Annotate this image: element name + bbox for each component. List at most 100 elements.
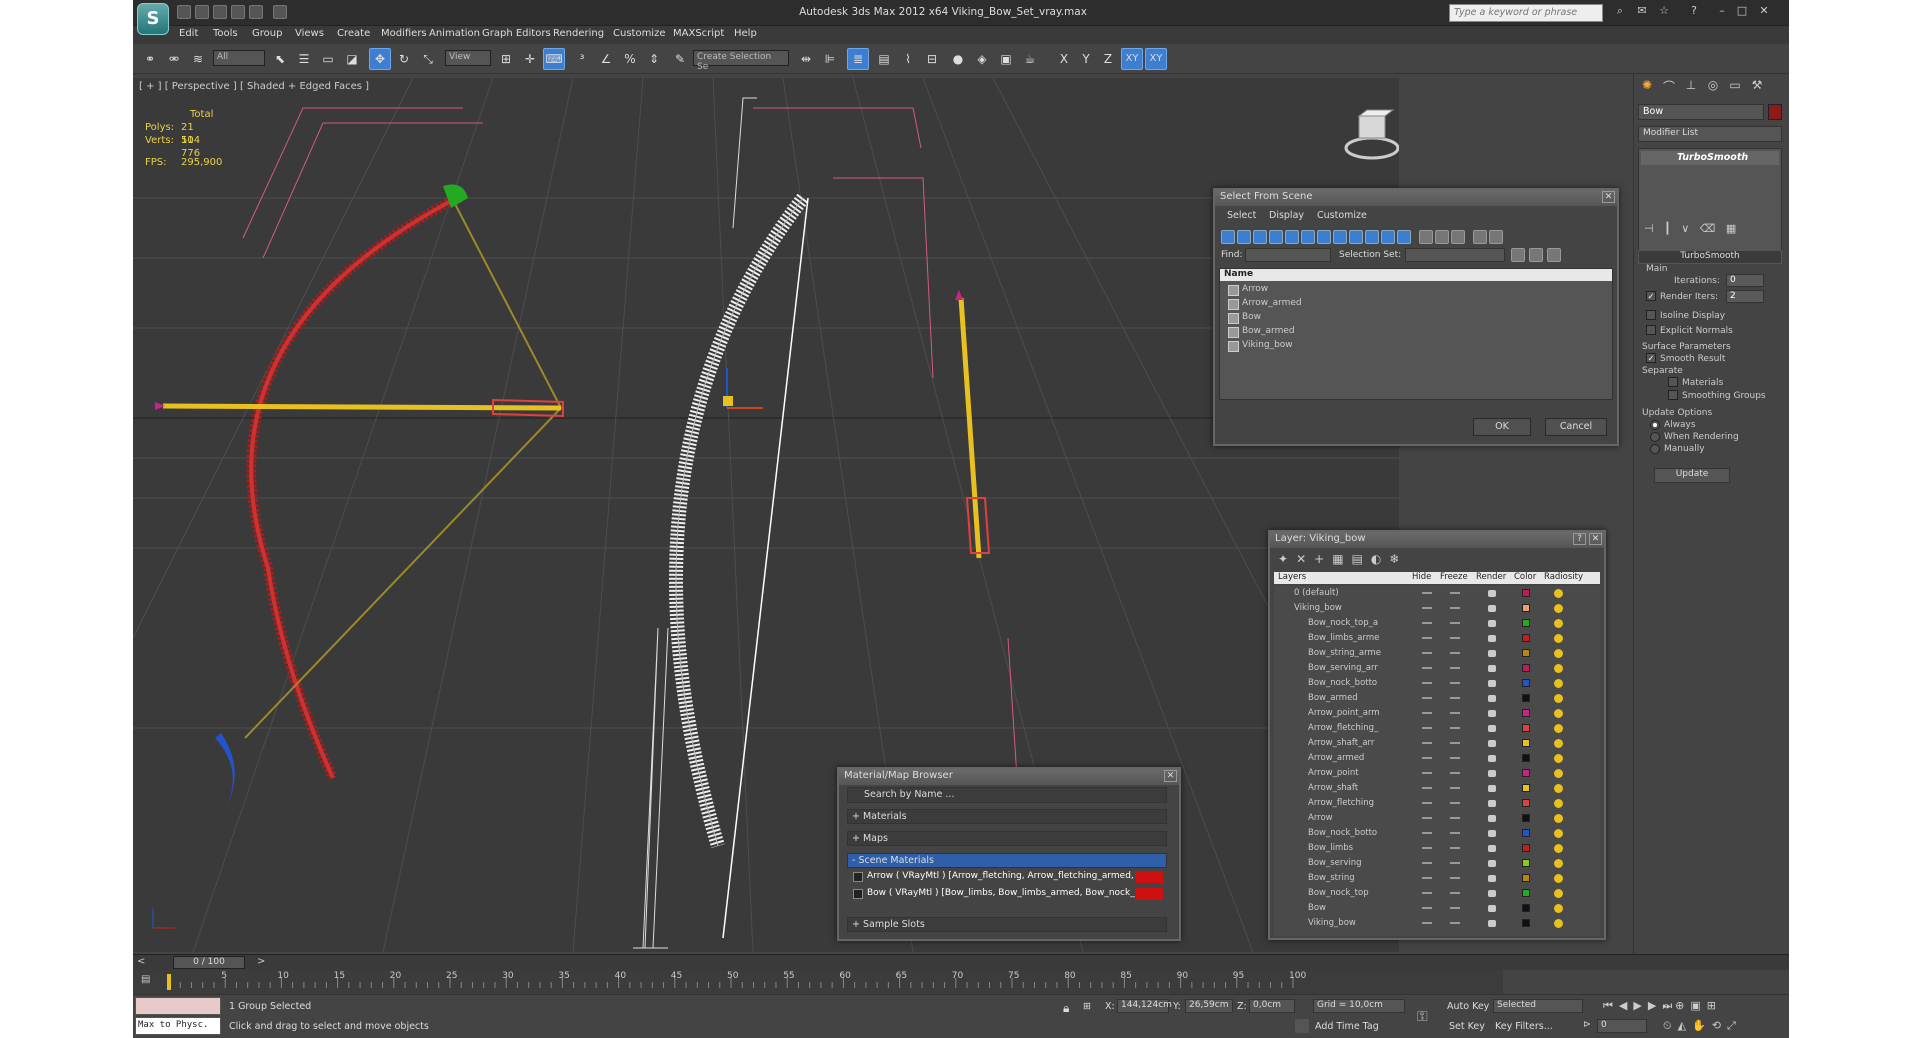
window-crossing-icon[interactable]: ◪ bbox=[341, 48, 363, 70]
freeze-all-icon[interactable]: ❄ bbox=[1389, 552, 1407, 566]
open-file-icon[interactable] bbox=[195, 5, 209, 19]
add-time-tag-button[interactable]: Add Time Tag bbox=[1315, 1021, 1379, 1032]
layer-row[interactable]: Viking_bow bbox=[1278, 918, 1563, 930]
configure-sets-icon[interactable]: ▦ bbox=[1726, 222, 1736, 235]
go-to-start-icon[interactable]: ⏮ bbox=[1603, 999, 1619, 1012]
zoom-all-icon[interactable]: ⊕ bbox=[1675, 999, 1690, 1012]
maximize-button[interactable]: □ bbox=[1733, 4, 1751, 20]
render-toggle-icon[interactable] bbox=[1488, 875, 1496, 882]
rendered-frame-window-icon[interactable]: ▣ bbox=[995, 48, 1017, 70]
render-toggle-icon[interactable] bbox=[1488, 845, 1496, 852]
hide-toggle[interactable] bbox=[1422, 667, 1432, 669]
utilities-tab-icon[interactable]: ⚒ bbox=[1748, 78, 1766, 96]
render-toggle-icon[interactable] bbox=[1488, 830, 1496, 837]
render-toggle-icon[interactable] bbox=[1488, 710, 1496, 717]
radiosity-icon[interactable] bbox=[1554, 739, 1563, 748]
layer-row[interactable]: Bow_nock_top_a bbox=[1278, 618, 1563, 630]
zoom-extents-icon[interactable]: ▣ bbox=[1690, 999, 1706, 1012]
freeze-toggle[interactable] bbox=[1450, 592, 1460, 594]
render-toggle-icon[interactable] bbox=[1488, 785, 1496, 792]
display-invert-icon[interactable] bbox=[1451, 230, 1465, 244]
project-folder-icon[interactable] bbox=[273, 5, 287, 19]
freeze-toggle[interactable] bbox=[1450, 697, 1460, 699]
freeze-toggle[interactable] bbox=[1450, 622, 1460, 624]
find-input[interactable] bbox=[1245, 248, 1331, 262]
axis-x-button[interactable]: X bbox=[1053, 48, 1075, 70]
time-tag-icon[interactable] bbox=[1295, 1019, 1309, 1033]
freeze-toggle[interactable] bbox=[1450, 832, 1460, 834]
hide-toggle[interactable] bbox=[1422, 817, 1432, 819]
menu-group[interactable]: Group bbox=[252, 28, 282, 39]
object-color-swatch[interactable] bbox=[1768, 104, 1782, 120]
list-item[interactable]: Bow_armed bbox=[1222, 325, 1540, 339]
orbit-icon[interactable]: ⟲ bbox=[1712, 1019, 1727, 1032]
display-spacewarps-icon[interactable] bbox=[1301, 230, 1315, 244]
layer-color-swatch[interactable] bbox=[1522, 844, 1530, 852]
unlink-icon[interactable]: ⚮ bbox=[163, 48, 185, 70]
bind-space-warp-icon[interactable]: ≋ bbox=[187, 48, 209, 70]
axis-y-button[interactable]: Y bbox=[1075, 48, 1097, 70]
radiosity-icon[interactable] bbox=[1554, 784, 1563, 793]
freeze-toggle[interactable] bbox=[1450, 802, 1460, 804]
new-file-icon[interactable] bbox=[177, 5, 191, 19]
pan-view-icon[interactable]: ✋ bbox=[1692, 1019, 1712, 1032]
rectangular-selection-icon[interactable]: ▭ bbox=[317, 48, 339, 70]
hide-toggle[interactable] bbox=[1422, 802, 1432, 804]
layer-color-swatch[interactable] bbox=[1522, 874, 1530, 882]
render-toggle-icon[interactable] bbox=[1488, 740, 1496, 747]
display-cameras-icon[interactable] bbox=[1269, 230, 1283, 244]
undo-icon[interactable] bbox=[231, 5, 245, 19]
display-none-icon[interactable] bbox=[1435, 230, 1449, 244]
radiosity-icon[interactable] bbox=[1554, 694, 1563, 703]
object-name-field[interactable]: Bow bbox=[1638, 104, 1764, 120]
hide-toggle[interactable] bbox=[1422, 592, 1432, 594]
freeze-toggle[interactable] bbox=[1450, 817, 1460, 819]
layer-row[interactable]: Bow_nock_botto bbox=[1278, 828, 1563, 840]
display-groups-icon[interactable] bbox=[1317, 230, 1331, 244]
layer-color-swatch[interactable] bbox=[1522, 619, 1530, 627]
freeze-toggle[interactable] bbox=[1450, 757, 1460, 759]
freeze-toggle[interactable] bbox=[1450, 772, 1460, 774]
remove-from-set-icon[interactable] bbox=[1529, 248, 1543, 262]
layer-color-swatch[interactable] bbox=[1522, 784, 1530, 792]
align-icon[interactable]: ⊫ bbox=[819, 48, 841, 70]
modify-tab-icon[interactable]: ⌒ bbox=[1660, 78, 1678, 96]
list-item[interactable]: Viking_bow bbox=[1222, 339, 1540, 353]
render-setup-icon[interactable]: ◈ bbox=[971, 48, 993, 70]
layer-row[interactable]: Arrow_fletching_ bbox=[1278, 723, 1563, 735]
filter-icon[interactable] bbox=[1473, 230, 1487, 244]
menu-maxscript[interactable]: MAXScript bbox=[673, 28, 724, 39]
absolute-mode-icon[interactable]: ⊞ bbox=[1083, 1001, 1091, 1012]
hierarchy-tab-icon[interactable]: ⊥ bbox=[1682, 78, 1700, 96]
layer-color-swatch[interactable] bbox=[1522, 634, 1530, 642]
percent-snap-icon[interactable]: % bbox=[619, 48, 641, 70]
previous-frame-icon[interactable]: ◀ bbox=[1619, 999, 1633, 1012]
key-mode-toggle-icon[interactable]: ⊳ bbox=[1583, 1019, 1591, 1030]
hide-toggle[interactable] bbox=[1422, 892, 1432, 894]
render-toggle-icon[interactable] bbox=[1488, 695, 1496, 702]
pivot-center-icon[interactable]: ⊞ bbox=[495, 48, 517, 70]
render-toggle-icon[interactable] bbox=[1488, 755, 1496, 762]
motion-tab-icon[interactable]: ◎ bbox=[1704, 78, 1722, 96]
freeze-toggle[interactable] bbox=[1450, 877, 1460, 879]
freeze-toggle[interactable] bbox=[1450, 787, 1460, 789]
hide-toggle[interactable] bbox=[1422, 832, 1432, 834]
col-layers[interactable]: Layers bbox=[1278, 572, 1306, 582]
layer-row[interactable]: Viking_bow bbox=[1278, 603, 1563, 615]
materials-checkbox[interactable] bbox=[1668, 377, 1678, 387]
graphite-modeling-icon[interactable]: ▤ bbox=[873, 48, 895, 70]
section-maps[interactable]: + Maps bbox=[847, 831, 1167, 846]
sfs-menu-customize[interactable]: Customize bbox=[1317, 210, 1367, 221]
freeze-toggle[interactable] bbox=[1450, 607, 1460, 609]
radiosity-icon[interactable] bbox=[1554, 814, 1563, 823]
menu-modifiers[interactable]: Modifiers bbox=[381, 28, 427, 39]
favorites-icon[interactable]: ☆ bbox=[1655, 4, 1673, 20]
selection-set-dropdown[interactable] bbox=[1405, 248, 1505, 262]
layer-row[interactable]: Bow_string bbox=[1278, 873, 1563, 885]
section-scene-materials[interactable]: - Scene Materials bbox=[847, 853, 1167, 868]
sfs-menu-select[interactable]: Select bbox=[1227, 210, 1256, 221]
zoom-extents-all-icon[interactable]: ⊞ bbox=[1707, 999, 1722, 1012]
render-toggle-icon[interactable] bbox=[1488, 590, 1496, 597]
show-end-result-icon[interactable]: ┃ bbox=[1664, 222, 1671, 235]
layer-row[interactable]: Bow_nock_top bbox=[1278, 888, 1563, 900]
